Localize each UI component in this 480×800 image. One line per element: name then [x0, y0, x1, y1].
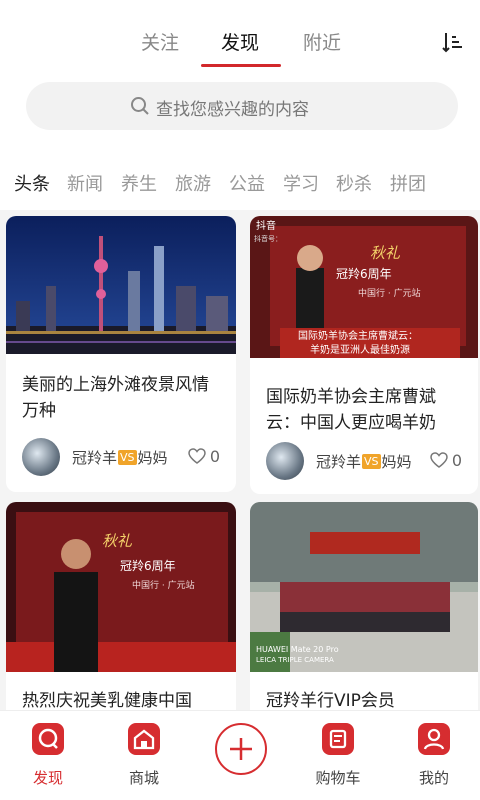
app: 关注 发现 附近 查找您感兴趣的内容 头条 新闻 养生 旅游 公益 学习 秒杀 …	[0, 0, 480, 800]
image-text: 抖音号：	[254, 234, 282, 243]
nav-label: 商城	[128, 769, 159, 787]
feed: 美丽的上海外滩夜景风情万种 冠羚羊 VS 妈妈 0 抖音 抖音号： 秋礼 冠羚6…	[0, 210, 480, 710]
author-name: 冠羚羊 VS 妈妈	[72, 449, 168, 467]
card-image-dairy-event: 抖音 抖音号： 秋礼 冠羚6周年 中国行 · 广元站 国际奶羊协会主席曹斌云： …	[250, 216, 478, 358]
tab-nearby[interactable]: 附近	[303, 28, 341, 55]
image-text: 冠羚6周年	[336, 266, 392, 281]
nav-label: 购物车	[315, 769, 361, 787]
image-text: 国际奶羊协会主席曹斌云：	[298, 329, 418, 342]
category-charity[interactable]: 公益	[229, 170, 265, 196]
nav-label: 我的	[418, 769, 449, 787]
nav-label: 发现	[32, 769, 63, 787]
add-button[interactable]	[215, 723, 267, 775]
cart-icon	[322, 723, 354, 755]
category-headlines[interactable]: 头条	[14, 170, 50, 196]
image-text: 冠羚6周年	[120, 558, 176, 573]
avatar	[266, 442, 304, 480]
sort-icon[interactable]	[440, 30, 464, 54]
card-image-group-photo: HUAWEI Mate 20 Pro LEICA TRIPLE CAMERA	[250, 502, 478, 672]
card-meta: 冠羚羊 VS 妈妈 0	[22, 438, 220, 478]
category-study[interactable]: 学习	[283, 170, 319, 196]
feed-card[interactable]: HUAWEI Mate 20 Pro LEICA TRIPLE CAMERA 冠…	[250, 502, 478, 710]
like-button[interactable]: 0	[430, 451, 462, 470]
user-icon	[418, 723, 450, 755]
tab-discover[interactable]: 发现	[221, 28, 259, 55]
card-image-shanghai-night	[6, 216, 236, 354]
image-text: LEICA TRIPLE CAMERA	[256, 656, 334, 664]
nav-discover[interactable]: 发现	[8, 719, 88, 799]
card-meta: 冠羚羊 VS 妈妈 0	[266, 442, 462, 482]
category-news[interactable]: 新闻	[67, 170, 103, 196]
nav-cart[interactable]: 购物车	[298, 719, 378, 799]
plus-icon	[230, 738, 252, 760]
image-text: 抖音	[256, 219, 276, 232]
active-tab-indicator	[201, 64, 281, 67]
tab-follow[interactable]: 关注	[141, 28, 179, 55]
heart-icon	[188, 448, 206, 464]
feed-card[interactable]: 抖音 抖音号： 秋礼 冠羚6周年 中国行 · 广元站 国际奶羊协会主席曹斌云： …	[250, 216, 478, 494]
card-image-event-speaker: 秋礼 冠羚6周年 中国行 · 广元站	[6, 502, 236, 672]
avatar	[22, 438, 60, 476]
feed-card[interactable]: 秋礼 冠羚6周年 中国行 · 广元站 热烈庆祝美乳健康中国	[6, 502, 236, 710]
image-text: 秋礼	[370, 244, 401, 262]
bottom-nav: 发现 商城 购物车 我的	[0, 710, 480, 800]
top-tabs: 关注 发现 附近	[0, 28, 480, 68]
card-title: 冠羚羊行VIP会员	[266, 691, 395, 710]
image-text: HUAWEI Mate 20 Pro	[256, 645, 339, 654]
category-travel[interactable]: 旅游	[175, 170, 211, 196]
author-name: 冠羚羊 VS 妈妈	[316, 453, 412, 471]
heart-icon	[430, 452, 448, 468]
category-flash-sale[interactable]: 秒杀	[336, 170, 372, 196]
nav-profile[interactable]: 我的	[394, 719, 474, 799]
card-title: 国际奶羊协会主席曹斌云：中国人更应喝羊奶	[266, 387, 436, 433]
home-store-icon	[128, 723, 160, 755]
category-bar: 头条 新闻 养生 旅游 公益 学习 秒杀 拼团	[0, 148, 480, 210]
card-title: 热烈庆祝美乳健康中国	[22, 691, 192, 710]
search-bar[interactable]: 查找您感兴趣的内容	[26, 82, 458, 130]
category-group-buy[interactable]: 拼团	[390, 170, 426, 196]
discover-icon	[32, 723, 64, 755]
image-text: 中国行 · 广元站	[358, 287, 421, 299]
image-text: 中国行 · 广元站	[132, 579, 195, 591]
image-text: 羊奶是亚洲人最佳奶源	[310, 343, 410, 356]
category-health[interactable]: 养生	[121, 170, 157, 196]
image-text: 秋礼	[102, 532, 133, 550]
like-button[interactable]: 0	[188, 447, 220, 466]
feed-card[interactable]: 美丽的上海外滩夜景风情万种 冠羚羊 VS 妈妈 0	[6, 216, 236, 492]
card-title: 美丽的上海外滩夜景风情万种	[22, 375, 209, 421]
nav-mall[interactable]: 商城	[104, 719, 184, 799]
search-placeholder: 查找您感兴趣的内容	[156, 100, 309, 120]
search-icon	[131, 97, 149, 115]
header: 关注 发现 附近 查找您感兴趣的内容	[0, 0, 480, 148]
